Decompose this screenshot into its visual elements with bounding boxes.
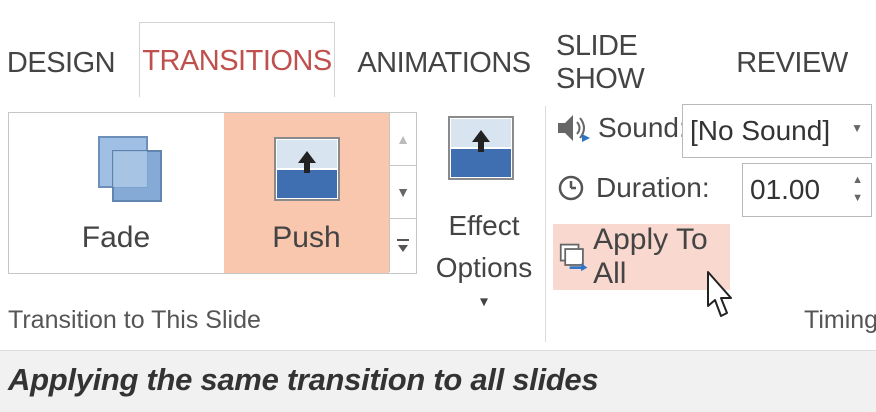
gallery-scroll-down-button[interactable]: ▼ xyxy=(389,166,416,219)
gallery-expand-icon xyxy=(397,238,409,252)
tab-label: SLIDE SHOW xyxy=(556,30,645,95)
caption-bar: Applying the same transition to all slid… xyxy=(0,350,876,412)
fade-icon xyxy=(98,136,162,202)
group-divider xyxy=(545,106,546,342)
effect-options-icon xyxy=(448,116,514,180)
sound-label: Sound: xyxy=(598,112,687,143)
speaker-icon xyxy=(558,115,590,142)
chevron-down-icon: ▼ xyxy=(851,121,863,135)
dropdown-arrow-icon: ▾ xyxy=(479,293,489,311)
sound-row: Sound: xyxy=(556,112,687,144)
apply-to-all-icon xyxy=(559,243,588,272)
transition-fade[interactable]: Fade xyxy=(9,113,223,273)
duration-stepper[interactable]: 01.00 ▲ ▼ xyxy=(742,163,872,217)
tab-transitions[interactable]: TRANSITIONS xyxy=(139,22,335,100)
effect-options-button[interactable]: Effect Options ▾ xyxy=(428,112,540,311)
clock-icon xyxy=(558,175,584,201)
chevron-up-icon: ▲ xyxy=(396,131,410,147)
tab-review[interactable]: REVIEW xyxy=(734,28,850,98)
transition-push-label: Push xyxy=(272,221,341,254)
transition-fade-label: Fade xyxy=(81,221,151,254)
sound-select[interactable]: [No Sound] ▼ xyxy=(682,104,872,158)
timing-group-label: Timing xyxy=(804,306,876,334)
spinner-up-icon[interactable]: ▲ xyxy=(852,174,863,186)
tab-animations[interactable]: ANIMATIONS xyxy=(357,28,531,98)
caption-text: Applying the same transition to all slid… xyxy=(8,362,599,397)
tab-label: REVIEW xyxy=(736,46,848,79)
tab-label: TRANSITIONS xyxy=(142,45,332,77)
tab-label: ANIMATIONS xyxy=(357,46,531,79)
spinner-down-icon[interactable]: ▼ xyxy=(852,192,863,204)
transition-gallery: Fade Push xyxy=(8,112,417,274)
mouse-cursor-icon xyxy=(707,271,732,317)
gallery-more-button[interactable] xyxy=(389,219,416,272)
tab-slide-show[interactable]: SLIDE SHOW xyxy=(556,28,714,98)
sound-select-value: [No Sound] xyxy=(690,115,831,146)
effect-options-label-line2: Options ▾ xyxy=(428,252,540,316)
duration-value: 01.00 xyxy=(750,174,821,205)
tab-design[interactable]: DESIGN xyxy=(2,28,120,98)
chevron-down-icon: ▼ xyxy=(396,184,410,200)
effect-options-label-line1: Effect xyxy=(448,210,520,241)
effect-options-label-text: Options xyxy=(435,252,533,283)
tab-label: DESIGN xyxy=(6,46,116,79)
gallery-scroll-up-button[interactable]: ▲ xyxy=(389,113,416,166)
transition-group-label: Transition to This Slide xyxy=(8,306,261,334)
duration-row: Duration: xyxy=(556,172,710,204)
push-icon xyxy=(274,137,340,201)
transition-push[interactable]: Push xyxy=(224,113,389,273)
duration-label: Duration: xyxy=(596,172,710,203)
